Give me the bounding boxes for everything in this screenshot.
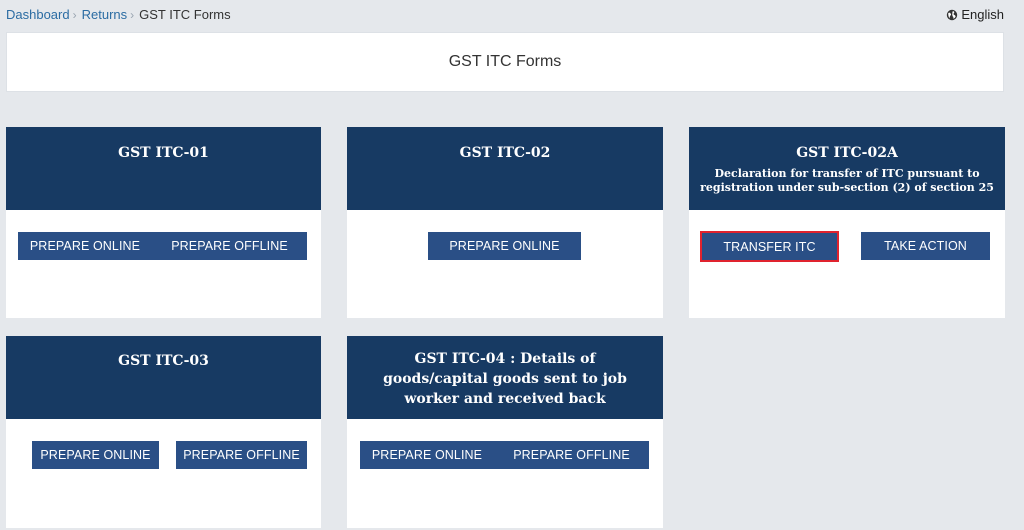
card-gst-itc-02a: GST ITC-02A Declaration for transfer of … <box>689 127 1005 318</box>
card-title-line: GST ITC-04 : Details of <box>414 351 596 367</box>
language-selector[interactable]: English <box>946 7 1004 22</box>
card-subtitle-line: registration under sub-section (2) of se… <box>700 181 994 194</box>
card-gst-itc-03: GST ITC-03 PREPARE ONLINE PREPARE OFFLIN… <box>6 336 321 528</box>
breadcrumb-current: GST ITC Forms <box>139 7 231 22</box>
card-title-line: worker and received back <box>404 391 606 407</box>
card-subtitle: Declaration for transfer of ITC pursuant… <box>689 167 1005 195</box>
prepare-online-button[interactable]: PREPARE ONLINE <box>360 441 494 469</box>
breadcrumb-separator: › <box>130 7 135 22</box>
page-title: GST ITC Forms <box>448 53 562 70</box>
card-title: GST ITC-02 <box>459 145 551 161</box>
card-header: GST ITC-02A Declaration for transfer of … <box>689 127 1005 210</box>
take-action-button[interactable]: TAKE ACTION <box>861 232 990 260</box>
card-title: GST ITC-01 <box>118 145 209 161</box>
breadcrumb-returns-link[interactable]: Returns <box>82 7 128 22</box>
breadcrumb-dashboard-link[interactable]: Dashboard <box>6 7 70 22</box>
transfer-itc-button[interactable]: TRANSFER ITC <box>700 231 839 262</box>
card-title: GST ITC-03 <box>118 353 209 369</box>
card-header: GST ITC-02 <box>347 127 663 210</box>
breadcrumb: Dashboard › Returns › GST ITC Forms <box>6 7 231 22</box>
card-header: GST ITC-04 : Details of goods/capital go… <box>347 336 663 419</box>
globe-icon <box>947 9 958 20</box>
language-label: English <box>961 7 1004 22</box>
page-title-panel: GST ITC Forms <box>6 32 1004 92</box>
prepare-online-button[interactable]: PREPARE ONLINE <box>32 441 159 469</box>
card-gst-itc-04: GST ITC-04 : Details of goods/capital go… <box>347 336 663 528</box>
card-gst-itc-02: GST ITC-02 PREPARE ONLINE <box>347 127 663 318</box>
card-header: GST ITC-01 <box>6 127 321 210</box>
prepare-offline-button[interactable]: PREPARE OFFLINE <box>176 441 307 469</box>
prepare-online-button[interactable]: PREPARE ONLINE <box>428 232 581 260</box>
card-header: GST ITC-03 <box>6 336 321 419</box>
breadcrumb-separator: › <box>72 7 77 22</box>
prepare-offline-button[interactable]: PREPARE OFFLINE <box>494 441 649 469</box>
prepare-offline-button[interactable]: PREPARE OFFLINE <box>152 232 307 260</box>
card-subtitle-line: Declaration for transfer of ITC pursuant… <box>714 167 980 180</box>
card-title-line: goods/capital goods sent to job <box>383 371 627 387</box>
card-gst-itc-01: GST ITC-01 PREPARE ONLINE PREPARE OFFLIN… <box>6 127 321 318</box>
prepare-online-button[interactable]: PREPARE ONLINE <box>18 232 152 260</box>
card-title: GST ITC-02A <box>796 145 898 161</box>
